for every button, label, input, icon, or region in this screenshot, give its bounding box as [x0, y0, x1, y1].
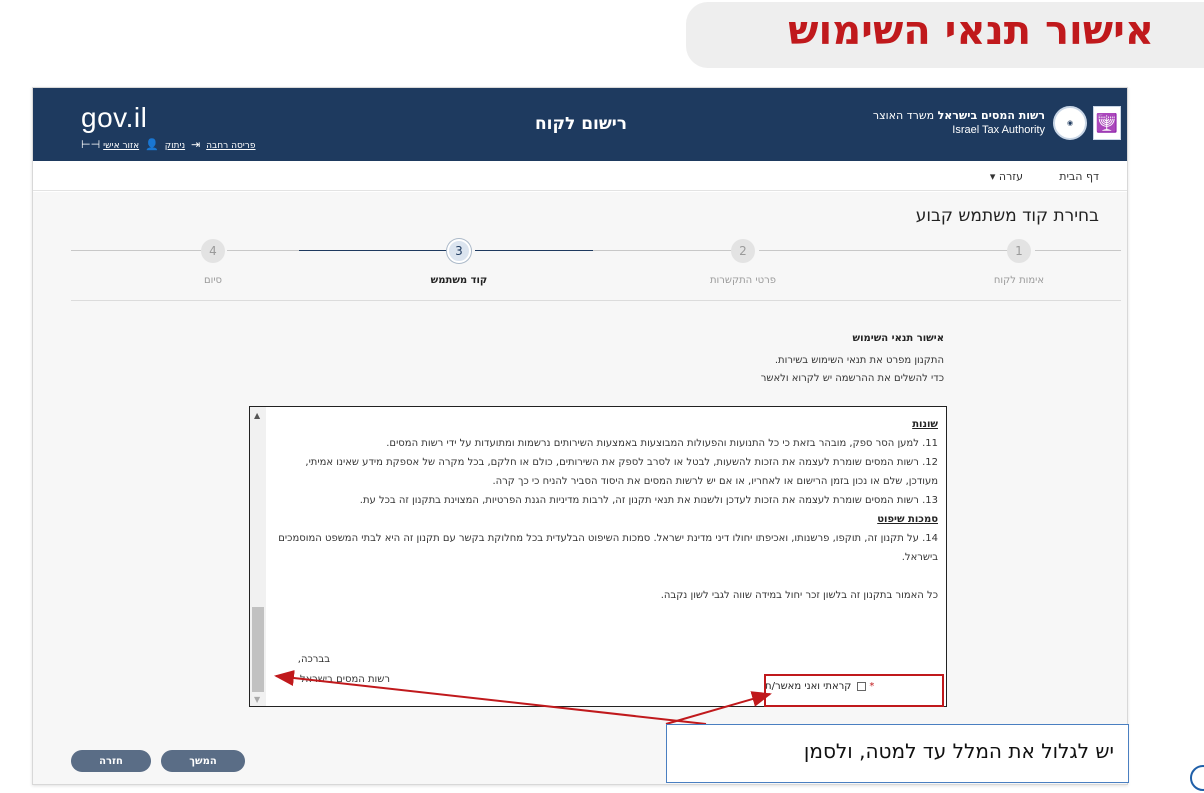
- terms-scrollbar[interactable]: ▲ ▼: [250, 407, 266, 706]
- annotation-callout: יש לגלול את המלל עד למטה, ולסמן: [666, 724, 1129, 783]
- terms-paragraph: 12. רשות המסים שומרת לעצמה את הזכות להשע…: [305, 457, 938, 487]
- authority-name-he-rest: משרד האוצר: [872, 109, 935, 122]
- state-emblem-icon: 🕎: [1093, 106, 1121, 140]
- terms-signoff: בברכה,: [297, 654, 330, 665]
- corner-circle-icon: [1190, 765, 1204, 791]
- screenshot-frame: gov.il ⊢⊣ פריסה רחבה ⇥ניתוק 👤אזור אישי רי…: [32, 87, 1128, 785]
- terms-paragraph: 11. למען הסר ספק, מובהר בזאת כי כל התנוע…: [386, 438, 938, 449]
- authority-name-he-bold: רשות המסים בישראל: [937, 109, 1045, 122]
- step-3-label: קוד משתמש: [430, 275, 488, 286]
- terms-section-heading: סמכות שיפוט: [877, 514, 938, 525]
- terms-section-heading: שונות: [912, 419, 938, 430]
- header-links: ⊢⊣ פריסה רחבה ⇥ ניתוק 👤 אזור אישי: [81, 138, 262, 151]
- terms-paragraph: 14. על תקנון זה, תוקפו, פרשנותו, ואכיפתו…: [278, 533, 938, 563]
- page: אישור תנאי השימוש gov.il ⊢⊣ פריסה רחבה ⇥נ…: [0, 0, 1204, 793]
- user-icon: 👤: [145, 138, 159, 151]
- wizard-stepper: 1 2 3 4 אימות לקוח פרטי התקשרות קוד משתמ…: [71, 237, 1121, 297]
- terms-signature: רשות המסים בישראל: [299, 674, 390, 685]
- main-nav: דף הבית עזרה ▾: [33, 161, 1127, 191]
- terms-intro-line: התקנון מפרט את תנאי השימוש בשירות.: [774, 355, 944, 366]
- expand-icon: ⊢⊣: [81, 138, 101, 151]
- tax-authority-seal-icon: ◉: [1053, 106, 1087, 140]
- stepper-line-active: [299, 250, 449, 251]
- logout-icon: ⇥: [191, 138, 201, 151]
- terms-heading: אישור תנאי השימוש: [852, 333, 944, 344]
- step-1-label: אימות לקוח: [993, 275, 1045, 286]
- scroll-thumb[interactable]: [252, 607, 264, 692]
- authority-name: רשות המסים בישראל משרד האוצר Israel Tax …: [873, 109, 1045, 137]
- terms-text: שונות 11. למען הסר ספק, מובהר בזאת כי כל…: [270, 415, 938, 605]
- step-1-circle: 1: [1007, 239, 1031, 263]
- personal-area-link[interactable]: אזור אישי: [103, 141, 139, 151]
- terms-scroll-box[interactable]: ▲ ▼ שונות 11. למען הסר ספק, מובהר בזאת כ…: [249, 406, 947, 707]
- terms-intro: התקנון מפרט את תנאי השימוש בשירות. כדי ל…: [761, 352, 944, 388]
- page-title-banner: אישור תנאי השימוש: [686, 2, 1204, 68]
- terms-paragraph: כל האמור בתקנון זה בלשון זכר יחול במידה …: [660, 590, 938, 601]
- stepper-line-active: [475, 250, 593, 251]
- step-2-circle: 2: [731, 239, 755, 263]
- nav-home[interactable]: דף הבית: [1059, 170, 1099, 183]
- terms-paragraph: 13. רשות המסים שומרת לעצמה את הזכות לעדכ…: [359, 495, 938, 506]
- annotation-highlight-box: [764, 674, 944, 707]
- page-title: אישור תנאי השימוש: [788, 8, 1154, 54]
- step-3-circle: 3: [447, 239, 471, 263]
- section-title: בחירת קוד משתמש קבוע: [915, 206, 1099, 226]
- continue-button[interactable]: המשך: [161, 750, 245, 772]
- scroll-up-arrow-icon[interactable]: ▲: [254, 411, 260, 420]
- stepper-line: [71, 250, 201, 251]
- stepper-line: [759, 250, 1009, 251]
- site-header: gov.il ⊢⊣ פריסה רחבה ⇥ניתוק 👤אזור אישי רי…: [33, 88, 1127, 161]
- step-4-label: סיום: [203, 275, 223, 286]
- back-button[interactable]: חזרה: [71, 750, 151, 772]
- stepper-line: [593, 250, 733, 251]
- scroll-down-arrow-icon[interactable]: ▼: [254, 695, 260, 704]
- stepper-divider: [71, 300, 1121, 301]
- logout-link[interactable]: ניתוק: [165, 141, 185, 151]
- nav-help-dropdown[interactable]: עזרה ▾: [990, 170, 1023, 183]
- authority-branding: רשות המסים בישראל משרד האוצר Israel Tax …: [873, 106, 1121, 140]
- step-2-label: פרטי התקשרות: [709, 275, 776, 286]
- authority-name-en: Israel Tax Authority: [952, 124, 1045, 136]
- wide-layout-link[interactable]: פריסה רחבה: [206, 141, 255, 151]
- stepper-line: [1035, 250, 1121, 251]
- step-4-circle: 4: [201, 239, 225, 263]
- terms-intro-line: כדי להשלים את ההרשמה יש לקרוא ולאשר: [760, 373, 944, 384]
